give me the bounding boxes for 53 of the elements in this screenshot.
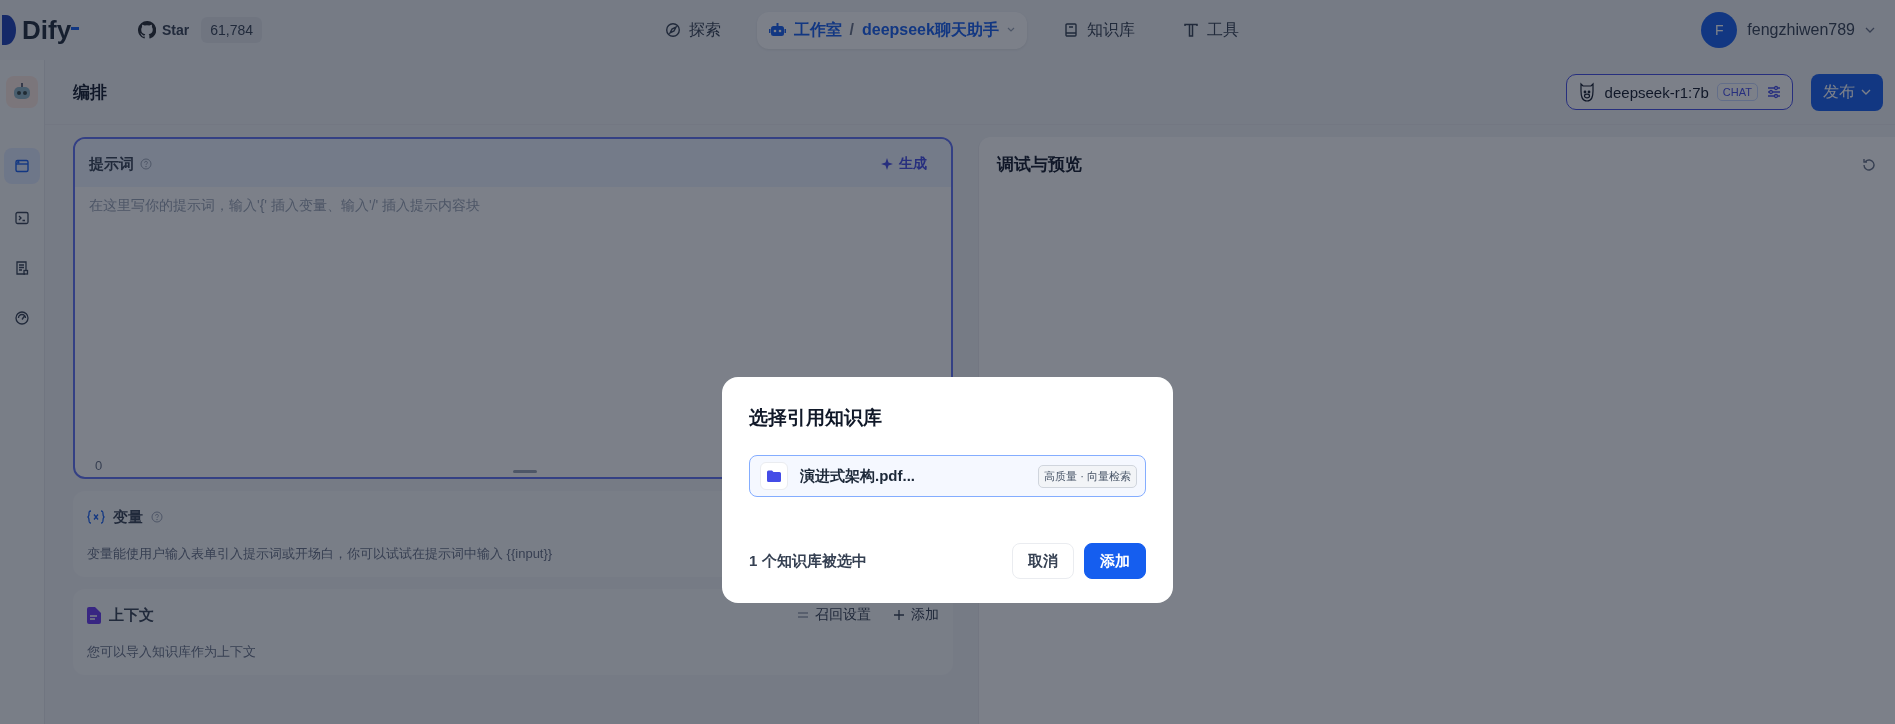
star-count: 61,784: [201, 17, 263, 43]
user-name[interactable]: fengzhiwen789: [1747, 21, 1855, 39]
nav-tab[interactable]: 探索: [652, 11, 733, 49]
cancel-button[interactable]: 取消: [1012, 543, 1074, 579]
chevron-down-icon: [1861, 89, 1871, 95]
selection-summary: 1 个知识库被选中: [749, 551, 868, 571]
sliders-icon: [1766, 84, 1782, 100]
folder-icon: [760, 462, 788, 490]
resize-handle[interactable]: [513, 470, 537, 473]
variable-icon: [87, 510, 105, 524]
chevron-down-icon[interactable]: [1865, 27, 1875, 33]
model-selector[interactable]: deepseek-r1:7b CHAT: [1565, 74, 1793, 110]
character-count: 0: [95, 457, 103, 473]
publish-button[interactable]: 发布: [1811, 73, 1883, 111]
window-icon: [14, 158, 30, 174]
section-title: 变量: [113, 507, 143, 527]
nav-tab[interactable]: 工具: [1170, 11, 1251, 49]
section-title: 上下文: [109, 605, 154, 625]
knowledge-item[interactable]: 演进式架构.pdf... 高质量 · 向量检索: [749, 455, 1146, 497]
refresh-icon[interactable]: [1861, 156, 1877, 173]
retrieval-settings-button[interactable]: 召回设置: [797, 606, 871, 624]
logo-icon: [2, 15, 16, 45]
github-icon: [138, 21, 156, 39]
user-avatar[interactable]: F: [1701, 12, 1738, 48]
document-icon: [87, 606, 101, 624]
panel-title: 调试与预览: [997, 154, 1083, 176]
robot-icon: [768, 22, 786, 38]
sparkle-icon: [881, 157, 894, 171]
document-icon: [14, 260, 30, 276]
terminal-icon: [14, 210, 30, 226]
plus-icon: [893, 609, 905, 621]
section-description: 变量能使用户输入表单引入提示词或开场白，你可以试试在提示词中输入 {{input}}: [87, 545, 553, 563]
logo-text: Dify: [22, 14, 72, 46]
t-shape-icon: [1182, 22, 1199, 38]
section-title: 提示词: [89, 154, 134, 174]
robot-avatar-icon: [6, 76, 38, 108]
add-button[interactable]: 添加: [893, 606, 939, 624]
underscore-icon: [71, 26, 80, 30]
generate-button[interactable]: 生成: [871, 153, 937, 175]
help-icon: [151, 511, 163, 523]
star-label[interactable]: Star: [162, 22, 190, 38]
nav-tab[interactable]: 知识库: [1050, 11, 1147, 49]
add-button[interactable]: 添加: [1084, 543, 1146, 579]
gauge-icon: [14, 310, 30, 326]
compass-icon: [664, 22, 681, 38]
page-title: 编排: [73, 81, 108, 104]
nav-tab[interactable]: 工作室 / deepseek聊天助手: [756, 11, 1027, 49]
help-icon: [140, 158, 152, 170]
section-description: 您可以导入知识库作为上下文: [87, 643, 256, 661]
dialog-title: 选择引用知识库: [749, 406, 883, 430]
sidebar-item[interactable]: [4, 148, 40, 184]
book-icon: [1062, 22, 1079, 38]
chevron-down-icon: [1006, 27, 1015, 33]
